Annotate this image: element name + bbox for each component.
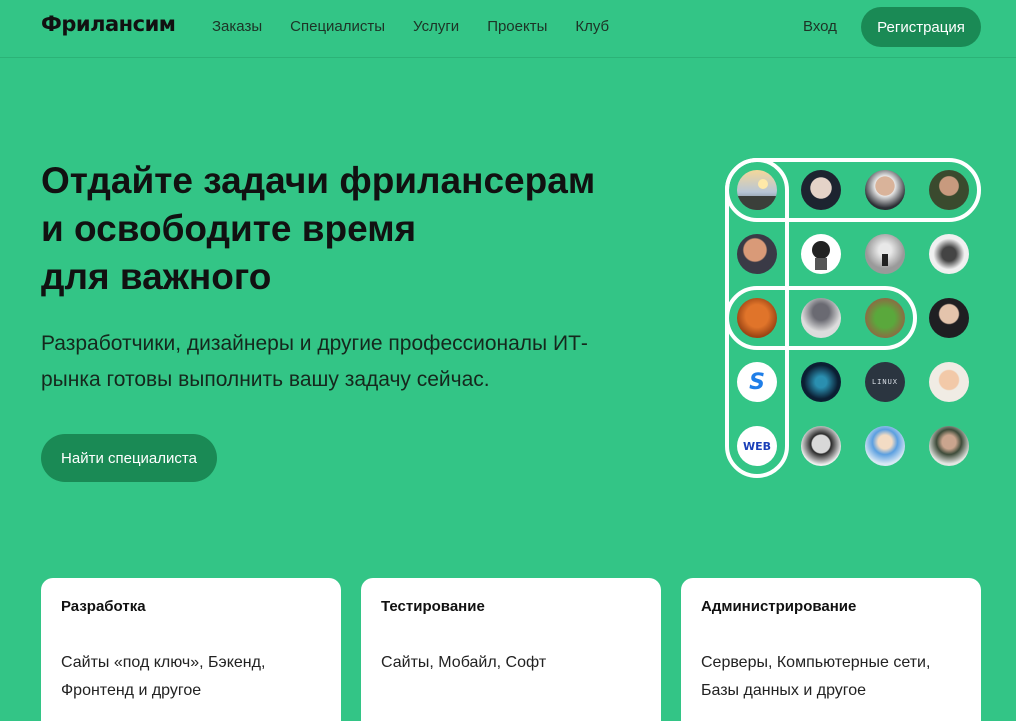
avatar[interactable] [801,170,841,210]
login-link[interactable]: Вход [803,18,837,35]
avatar[interactable]: WEB [737,426,777,466]
hero-subtitle-line: Разработчики, дизайнеры и другие професс… [41,332,588,355]
site-header: Фрилансим Заказы Специалисты Услуги Прое… [0,0,1016,58]
avatar[interactable] [929,362,969,402]
nav-item-specialists[interactable]: Специалисты [290,18,385,35]
linux-logo-icon: LINUX [871,378,899,386]
card-text: Серверы, Компьютерные сети, Базы данных … [701,649,971,705]
category-card-development[interactable]: Разработка Сайты «под ключ», Бэкенд, Фро… [41,578,341,721]
card-text-line: Сайты, Мобайл, Софт [381,654,547,671]
avatar[interactable] [929,298,969,338]
web-logo-icon: WEB [742,439,772,453]
avatar[interactable] [865,170,905,210]
hero-title-line: для важного [41,256,272,297]
nav-item-orders[interactable]: Заказы [212,18,262,35]
card-title: Администрирование [701,598,857,615]
card-title: Тестирование [381,598,485,615]
avatar[interactable] [801,298,841,338]
hero-title-line: и освободите время [41,208,417,249]
avatar[interactable] [865,298,905,338]
card-text-line: Серверы, Компьютерные сети, [701,654,931,671]
card-text-line: Сайты «под ключ», Бэкенд, [61,654,266,671]
nav-item-services[interactable]: Услуги [413,18,459,35]
card-text-line: Базы данных и другое [701,682,867,699]
nav-item-club[interactable]: Клуб [575,18,609,35]
cartoon-avatar-icon [812,241,830,270]
avatar[interactable] [737,170,777,210]
avatar[interactable] [801,426,841,466]
avatar[interactable] [801,234,841,274]
card-text: Сайты, Мобайл, Софт [381,649,651,677]
avatar[interactable] [865,234,905,274]
hero-title: Отдайте задачи фрилансерам и освободите … [41,157,681,301]
avatar[interactable] [865,426,905,466]
avatar[interactable] [929,170,969,210]
avatar[interactable]: LINUX [865,362,905,402]
category-card-administration[interactable]: Администрирование Серверы, Компьютерные … [681,578,981,721]
avatar[interactable] [929,426,969,466]
landscape-icon [737,179,777,210]
avatar[interactable] [737,298,777,338]
avatar[interactable] [801,362,841,402]
avatar[interactable]: S [737,362,777,402]
logo[interactable]: Фрилансим [41,12,176,36]
hero-subtitle-line: рынка готовы выполнить вашу задачу сейча… [41,368,490,391]
register-button[interactable]: Регистрация [861,7,981,47]
main-nav: Заказы Специалисты Услуги Проекты Клуб [212,18,637,35]
category-card-testing[interactable]: Тестирование Сайты, Мобайл, Софт [361,578,661,721]
freelancer-avatar-grid: S LINUX WEB [725,158,981,478]
card-text-line: Фронтенд и другое [61,682,202,699]
silhouette-icon [882,254,888,266]
card-text: Сайты «под ключ», Бэкенд, Фронтенд и дру… [61,649,331,705]
hero-title-line: Отдайте задачи фрилансерам [41,160,596,201]
s-logo-icon: S [749,369,765,395]
hero-subtitle: Разработчики, дизайнеры и другие професс… [41,326,641,398]
card-title: Разработка [61,598,146,615]
avatar[interactable] [929,234,969,274]
avatar[interactable] [737,234,777,274]
find-specialist-button[interactable]: Найти специалиста [41,434,217,482]
nav-item-projects[interactable]: Проекты [487,18,547,35]
